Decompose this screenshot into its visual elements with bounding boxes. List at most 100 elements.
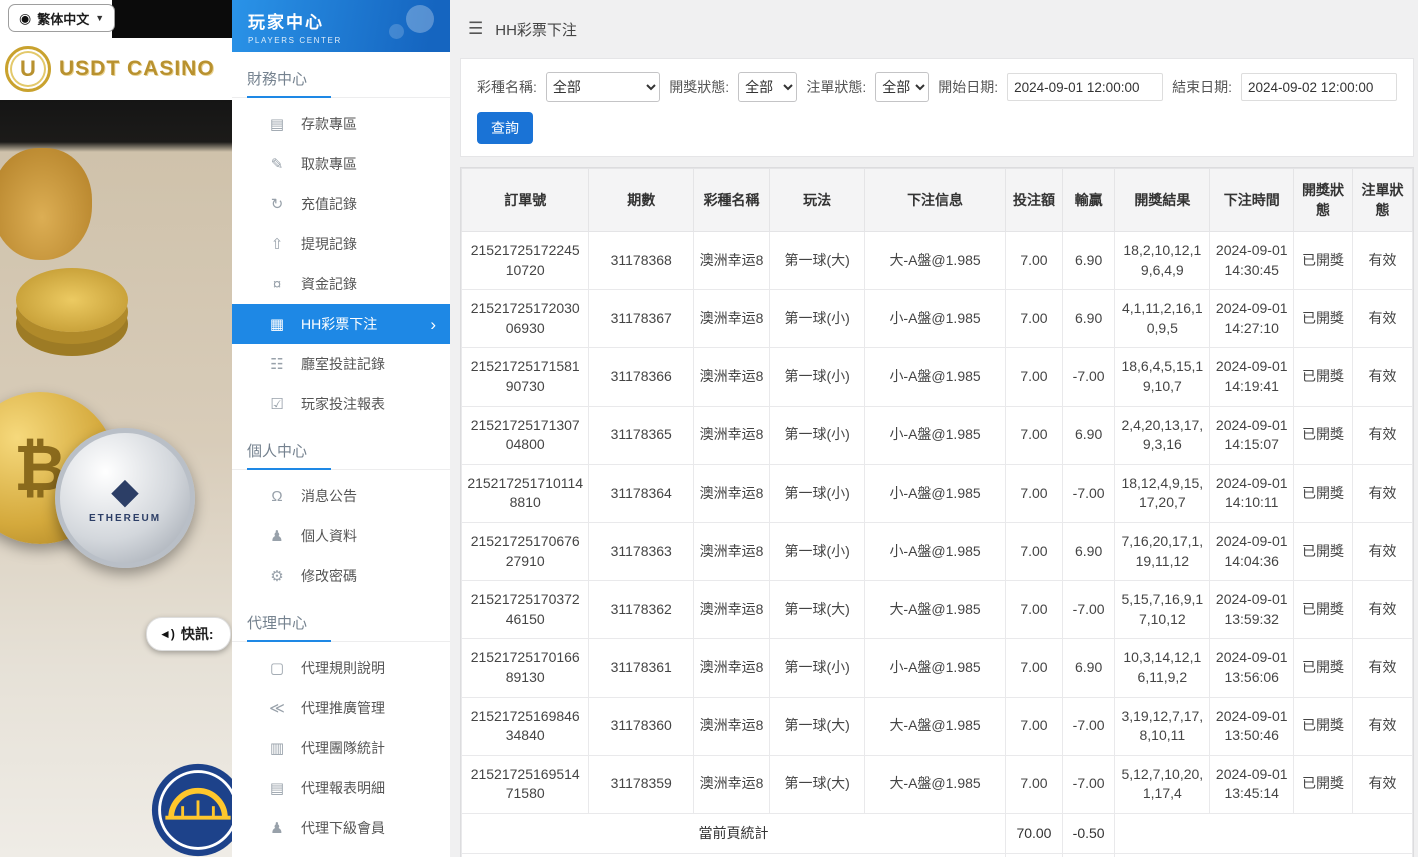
sidebar-item-profile[interactable]: ♟ 個人資料 bbox=[232, 516, 450, 556]
cell-order-status: 有效 bbox=[1352, 230, 1413, 291]
table-row: 2152172517037246150 31178362 澳洲幸运8 第一球(大) 大-… bbox=[460, 580, 1413, 640]
sidebar-item-agent-rules[interactable]: ▢ 代理規則說明 bbox=[232, 648, 450, 688]
cell-win-loss: 6.90 bbox=[1061, 521, 1116, 582]
cell-bet-amount: 7.00 bbox=[1004, 289, 1063, 349]
draw-status-label: 開獎狀態: bbox=[669, 79, 730, 95]
menu-toggle-icon[interactable]: ☰ bbox=[468, 19, 483, 39]
sidebar-item-label: 代理下級會員 bbox=[301, 820, 385, 836]
page-title: HH彩票下注 bbox=[495, 21, 577, 39]
news-ticker[interactable]: ◄) 快訊: bbox=[146, 617, 231, 651]
table-row: 2152172517067627910 31178363 澳洲幸运8 第一球(小) 小-… bbox=[460, 521, 1413, 582]
search-button[interactable]: 查詢 bbox=[477, 112, 533, 144]
cell-lottery-name: 澳洲幸运8 bbox=[693, 521, 771, 582]
filter-panel: 彩種名稱: 全部 開獎狀態: 全部 注單狀態: 全部 開始日期: 結束日期: 查… bbox=[460, 58, 1414, 157]
players-center-banner: 玩家中心 PLAYERS CENTER bbox=[232, 0, 450, 52]
cell-period: 31178364 bbox=[588, 463, 695, 523]
cell-lottery-name: 澳洲幸运8 bbox=[693, 638, 771, 698]
cell-bet-amount: 7.00 bbox=[1004, 405, 1063, 465]
cell-lottery-name: 澳洲幸运8 bbox=[693, 289, 771, 349]
cell-lottery-name: 澳洲幸运8 bbox=[693, 696, 771, 756]
section-header: 代理中心 bbox=[232, 596, 450, 642]
sidebar-item-label: 代理報表明細 bbox=[301, 780, 385, 796]
lottery-bet-icon: ▦ bbox=[269, 316, 285, 333]
cell-period: 31178360 bbox=[588, 696, 695, 756]
cell-play-type: 第一球(大) bbox=[769, 754, 866, 814]
sidebar-item-withdraw[interactable]: ✎ 取款專區 bbox=[232, 144, 450, 184]
cell-period: 31178368 bbox=[588, 230, 695, 291]
app-root: ◉ 繁体中文 ▼ U USDT CASINO ₿ ◆ ETHEREUM ◄) 快… bbox=[0, 0, 1418, 857]
sidebar-item-label: HH彩票下注 bbox=[301, 316, 378, 332]
start-date-input[interactable] bbox=[1007, 73, 1164, 101]
sidebar-item-agent-promotion[interactable]: ≪ 代理推廣管理 bbox=[232, 688, 450, 728]
sidebar-item-hh-lottery-bets[interactable]: ▦ HH彩票下注 › bbox=[232, 304, 450, 344]
bridge-logo-icon bbox=[151, 763, 232, 857]
cell-bet-amount: 7.00 bbox=[1004, 754, 1063, 814]
order-status-select[interactable]: 全部 bbox=[875, 72, 930, 102]
cell-draw-result: 18,12,4,9,15,17,20,7 bbox=[1114, 463, 1211, 523]
sidebar-item-room-bet-records[interactable]: ☷ 廳室投註記錄 bbox=[232, 344, 450, 384]
sidebar-item-label: 廳室投註記錄 bbox=[301, 356, 385, 372]
bell-icon: Ω bbox=[271, 487, 283, 505]
floating-logo-button[interactable] bbox=[150, 762, 232, 857]
sidebar-item-label: 玩家投注報表 bbox=[301, 396, 385, 412]
cell-order-no: 2152172517067627910 bbox=[460, 521, 590, 582]
cell-win-loss: 6.90 bbox=[1061, 638, 1116, 698]
cell-bet-amount: 7.00 bbox=[1004, 347, 1063, 407]
cell-draw-result: 2,4,20,13,17,9,3,16 bbox=[1114, 405, 1211, 465]
sidebar-item-label: 充值記錄 bbox=[301, 196, 357, 212]
room-bet-record-icon: ☷ bbox=[270, 356, 284, 373]
cell-order-no: 2152172517130704800 bbox=[460, 405, 590, 465]
cell-lottery-name: 澳洲幸运8 bbox=[693, 463, 771, 523]
ethereum-diamond-icon: ◆ bbox=[111, 469, 139, 511]
cell-lottery-name: 澳洲幸运8 bbox=[693, 405, 771, 465]
globe-icon: ◉ bbox=[19, 9, 32, 26]
cell-order-no: 2152172517203006930 bbox=[460, 289, 590, 349]
cell-order-no: 2152172517224510720 bbox=[460, 230, 590, 291]
column-header-lottery-name: 彩種名稱 bbox=[693, 168, 771, 232]
sidebar-item-label: 消息公告 bbox=[301, 488, 357, 504]
table-row: 2152172517224510720 31178368 澳洲幸运8 第一球(大) 大-… bbox=[460, 230, 1413, 291]
section-header: 個人中心 bbox=[232, 424, 450, 470]
sidebar-item-label: 代理推廣管理 bbox=[301, 700, 385, 716]
sidebar-item-label: 提現記錄 bbox=[301, 236, 357, 252]
table-row: 2152172517158190730 31178366 澳洲幸运8 第一球(小) 小-… bbox=[460, 347, 1413, 407]
cell-play-type: 第一球(大) bbox=[769, 580, 866, 640]
sidebar-subtitle: PLAYERS CENTER bbox=[248, 36, 342, 45]
sidebar-item-change-password[interactable]: ⚙ 修改密碼 bbox=[232, 556, 450, 596]
sidebar-item-agent-report-detail[interactable]: ▤ 代理報表明細 bbox=[232, 768, 450, 808]
lottery-name-select[interactable]: 全部 bbox=[545, 72, 661, 102]
player-report-icon: ☑ bbox=[270, 396, 284, 413]
cell-order-status: 有效 bbox=[1352, 696, 1413, 756]
person-icon: ♟ bbox=[270, 528, 284, 545]
sidebar-item-player-bet-report[interactable]: ☑ 玩家投注報表 bbox=[232, 384, 450, 424]
sidebar-item-agent-team-stats[interactable]: ▥ 代理團隊統計 bbox=[232, 728, 450, 768]
cell-period: 31178367 bbox=[588, 289, 695, 349]
sidebar-item-funds-records[interactable]: ¤ 資金記錄 bbox=[232, 264, 450, 304]
cell-order-status: 有效 bbox=[1352, 521, 1413, 582]
cell-play-type: 第一球(小) bbox=[769, 289, 866, 349]
sidebar-item-agent-downline-members[interactable]: ♟ 代理下級會員 bbox=[232, 808, 450, 848]
sidebar-item-deposit[interactable]: ▤ 存款專區 bbox=[232, 104, 450, 144]
sidebar-item-announcements[interactable]: Ω 消息公告 bbox=[232, 476, 450, 516]
end-date-input[interactable] bbox=[1241, 73, 1397, 101]
topbar: ☰ HH彩票下注 bbox=[450, 0, 1418, 58]
brand-panel: ◉ 繁体中文 ▼ U USDT CASINO ₿ ◆ ETHEREUM ◄) 快… bbox=[0, 0, 232, 857]
speaker-icon: ◄) bbox=[159, 627, 175, 641]
deposit-card-icon: ▤ bbox=[269, 116, 285, 133]
ethereum-coin-image: ◆ ETHEREUM bbox=[55, 428, 195, 568]
withdrawal-record-icon: ⇧ bbox=[270, 236, 284, 253]
cell-bet-time: 2024-09-01 14:10:11 bbox=[1209, 463, 1295, 523]
sidebar-item-label: 存款專區 bbox=[301, 116, 357, 132]
sidebar-item-recharge-records[interactable]: ↻ 充值記錄 bbox=[232, 184, 450, 224]
cell-bet-time: 2024-09-01 13:45:14 bbox=[1209, 754, 1295, 814]
recharge-record-icon: ↻ bbox=[270, 196, 284, 213]
cell-bet-time: 2024-09-01 14:15:07 bbox=[1209, 405, 1295, 465]
brand-logo: U USDT CASINO bbox=[0, 38, 232, 100]
cell-draw-status: 已開獎 bbox=[1293, 696, 1354, 756]
language-selector[interactable]: ◉ 繁体中文 ▼ bbox=[8, 4, 116, 32]
cell-bet-amount: 7.00 bbox=[1004, 230, 1063, 291]
draw-status-select[interactable]: 全部 bbox=[738, 72, 798, 102]
cell-bet-time: 2024-09-01 13:56:06 bbox=[1209, 638, 1295, 698]
cell-draw-status: 已開獎 bbox=[1293, 580, 1354, 640]
sidebar-item-withdrawal-records[interactable]: ⇧ 提現記錄 bbox=[232, 224, 450, 264]
